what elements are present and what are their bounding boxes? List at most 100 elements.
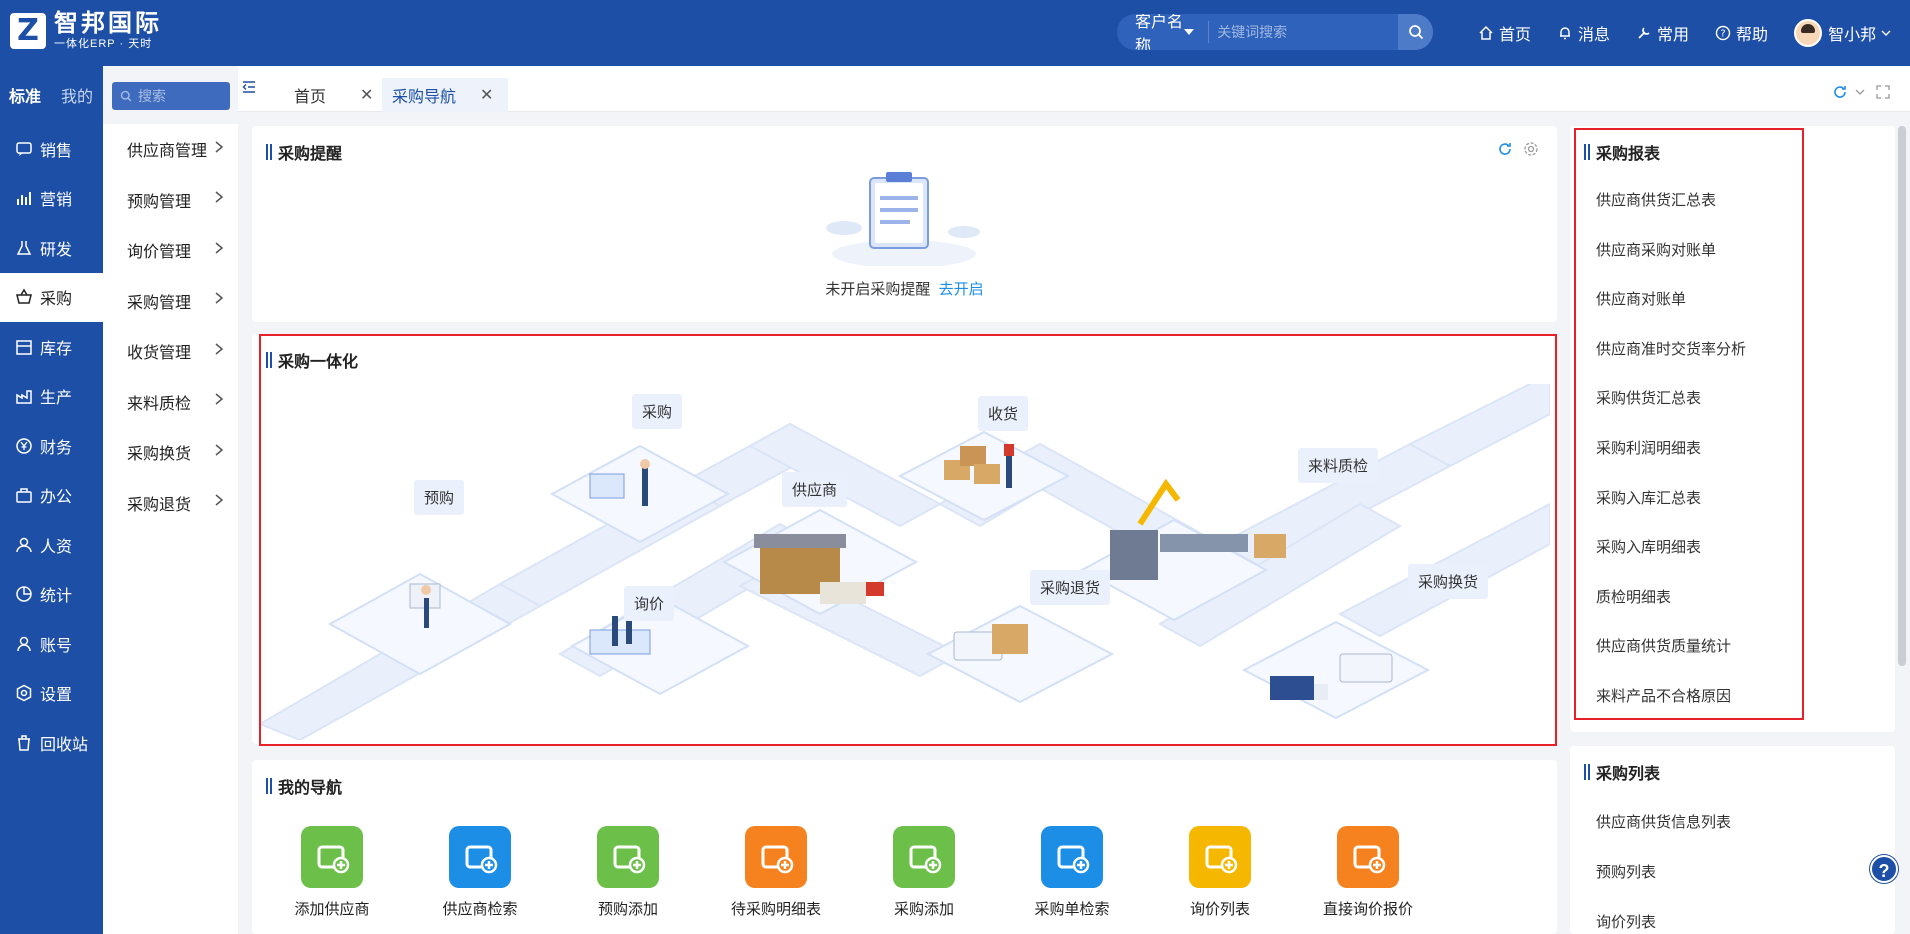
- report-link-9[interactable]: 供应商供货质量统计: [1596, 635, 1731, 656]
- search-type-select[interactable]: 客户名称: [1117, 14, 1210, 50]
- search-button[interactable]: [1398, 14, 1433, 50]
- close-icon[interactable]: ✕: [360, 85, 373, 105]
- submenu-item-5[interactable]: 来料质检: [103, 377, 238, 428]
- nav-tile-0[interactable]: 添加供应商: [262, 826, 402, 919]
- clipboard-illustration: [826, 172, 980, 266]
- top-nav: 首页 消息 常用 ? 帮助 智小邦: [1478, 0, 1897, 66]
- nav-tile-label: 预购添加: [597, 901, 658, 918]
- search-input[interactable]: [1209, 14, 1399, 50]
- refresh-icon[interactable]: [1832, 84, 1848, 100]
- submenu: 供应商管理 预购管理 询价管理采购管理收货管理 来料质检采购换货采购退货: [103, 124, 238, 934]
- nav-tile-6[interactable]: 询价列表: [1150, 826, 1290, 919]
- nav-favorites[interactable]: 常用: [1636, 21, 1689, 45]
- chevron-right-icon: [214, 291, 224, 310]
- list-link-1[interactable]: 预购列表: [1596, 861, 1656, 882]
- settings-icon[interactable]: [1523, 141, 1539, 157]
- sidebar-item-label: 财务: [40, 439, 73, 457]
- tab-purchase-nav[interactable]: 采购导航 ✕: [382, 78, 508, 112]
- nav-tile-label: 询价列表: [1189, 901, 1250, 918]
- report-link-10[interactable]: 来料产品不合格原因: [1596, 685, 1731, 706]
- report-link-2[interactable]: 供应商对账单: [1596, 288, 1686, 309]
- nav-help[interactable]: ? 帮助: [1715, 21, 1768, 45]
- report-link-1[interactable]: 供应商采购对账单: [1596, 239, 1716, 260]
- logo[interactable]: Z 智邦国际 一体化ERP · 天时: [10, 11, 162, 51]
- user-menu[interactable]: 智小邦: [1794, 19, 1897, 47]
- scrollbar[interactable]: [1898, 126, 1906, 666]
- chevron-down-icon[interactable]: [1854, 86, 1866, 98]
- nav-tile-icon: [597, 826, 659, 888]
- sidebar-item-label: 人资: [40, 538, 73, 556]
- sidebar-item-label: 回收站: [40, 736, 89, 754]
- submenu-item-2[interactable]: 询价管理: [103, 225, 238, 276]
- menu-search-input[interactable]: 搜索: [112, 82, 230, 110]
- tab-standard[interactable]: 标准: [9, 83, 41, 107]
- sidebar-item-label: 账号: [40, 637, 73, 655]
- submenu-item-label: 采购管理: [127, 294, 192, 312]
- enable-reminder-link[interactable]: 去开启: [939, 281, 984, 298]
- list-link-2[interactable]: 询价列表: [1596, 911, 1656, 932]
- chevron-right-icon: [214, 241, 224, 260]
- submenu-item-6[interactable]: 采购换货: [103, 427, 238, 478]
- submenu-item-4[interactable]: 收货管理: [103, 326, 238, 377]
- sidebar-item-10[interactable]: 账号: [0, 619, 103, 669]
- submenu-item-7[interactable]: 采购退货: [103, 478, 238, 529]
- nav-tile-5[interactable]: 采购单检索: [1002, 826, 1142, 919]
- nav-tile-icon: [1189, 826, 1251, 888]
- nav-messages[interactable]: 消息: [1557, 21, 1610, 45]
- submenu-item-3[interactable]: 采购管理: [103, 276, 238, 327]
- nav-favorites-label: 常用: [1657, 27, 1690, 44]
- report-link-0[interactable]: 供应商供货汇总表: [1596, 189, 1716, 210]
- report-link-3[interactable]: 供应商准时交货率分析: [1596, 338, 1746, 359]
- sidebar-item-5[interactable]: 生产: [0, 372, 103, 422]
- warehouse-icon: [14, 337, 34, 357]
- submenu-item-0[interactable]: 供应商管理: [103, 124, 238, 175]
- nav-tile-3[interactable]: 待采购明细表: [706, 826, 846, 919]
- chevron-right-icon: [214, 392, 224, 411]
- sidebar-item-0[interactable]: 销售: [0, 124, 103, 174]
- sidebar-item-4[interactable]: 库存: [0, 322, 103, 372]
- nav-tile-4[interactable]: 采购添加: [854, 826, 994, 919]
- sidebar-item-11[interactable]: 设置: [0, 669, 103, 719]
- report-link-4[interactable]: 采购供货汇总表: [1596, 387, 1701, 408]
- collapse-menu-icon[interactable]: [242, 80, 256, 94]
- reminder-message: 未开启采购提醒: [825, 281, 931, 298]
- chevron-right-icon: [214, 342, 224, 361]
- nav-tile-7[interactable]: 直接询价报价: [1298, 826, 1438, 919]
- refresh-icon[interactable]: [1497, 141, 1513, 157]
- sidebar-item-8[interactable]: 人资: [0, 520, 103, 570]
- purchase-list-panel: 采购列表: [1570, 746, 1895, 934]
- list-link-0[interactable]: 供应商供货信息列表: [1596, 811, 1731, 832]
- close-icon[interactable]: ✕: [480, 85, 493, 105]
- help-button[interactable]: ?: [1870, 855, 1898, 883]
- fullscreen-icon[interactable]: [1876, 85, 1890, 99]
- user-name: 智小邦: [1828, 27, 1877, 44]
- sidebar-item-1[interactable]: 营销: [0, 174, 103, 224]
- tab-mine[interactable]: 我的: [61, 83, 93, 107]
- user-icon: [14, 634, 34, 654]
- settings-icon: [14, 683, 34, 703]
- tab-home[interactable]: 首页 ✕: [294, 78, 394, 112]
- nav-home[interactable]: 首页: [1478, 21, 1531, 45]
- submenu-item-1[interactable]: 预购管理: [103, 175, 238, 226]
- sidebar-item-12[interactable]: 回收站: [0, 718, 103, 768]
- submenu-item-label: 采购换货: [127, 446, 192, 464]
- nav-home-label: 首页: [1499, 27, 1532, 44]
- sidebar-item-label: 研发: [40, 241, 73, 259]
- flask-icon: [14, 238, 34, 258]
- trash-icon: [14, 733, 34, 753]
- sidebar-item-7[interactable]: 办公: [0, 471, 103, 521]
- nav-tile-icon: [1337, 826, 1399, 888]
- nav-tile-1[interactable]: 供应商检索: [410, 826, 550, 919]
- report-link-6[interactable]: 采购入库汇总表: [1596, 487, 1701, 508]
- sidebar-item-9[interactable]: 统计: [0, 570, 103, 620]
- report-link-5[interactable]: 采购利润明细表: [1596, 437, 1701, 458]
- sidebar-item-2[interactable]: 研发: [0, 223, 103, 273]
- report-link-7[interactable]: 采购入库明细表: [1596, 536, 1701, 557]
- search-icon: [1408, 25, 1423, 40]
- nav-tile-2[interactable]: 预购添加: [558, 826, 698, 919]
- report-link-8[interactable]: 质检明细表: [1596, 586, 1671, 607]
- sidebar-item-label: 库存: [40, 340, 73, 358]
- svg-text:?: ?: [1720, 29, 1725, 40]
- sidebar-item-6[interactable]: 财务: [0, 421, 103, 471]
- sidebar-item-3[interactable]: 采购: [0, 272, 103, 322]
